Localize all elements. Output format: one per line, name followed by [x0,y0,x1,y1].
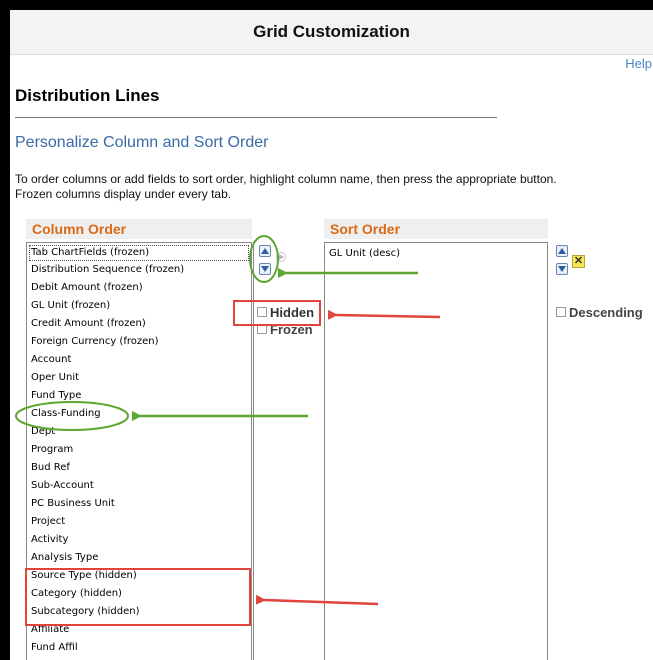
highlight-ellipse-move-buttons [249,235,279,283]
highlight-box-hidden-items [25,568,251,626]
highlight-box-hidden [233,300,321,326]
red-arrow-to-hidden-items [255,594,379,606]
annotation-overlay [15,235,441,626]
red-arrow-to-hidden [327,309,441,320]
highlight-ellipse-class-funding [15,401,129,431]
